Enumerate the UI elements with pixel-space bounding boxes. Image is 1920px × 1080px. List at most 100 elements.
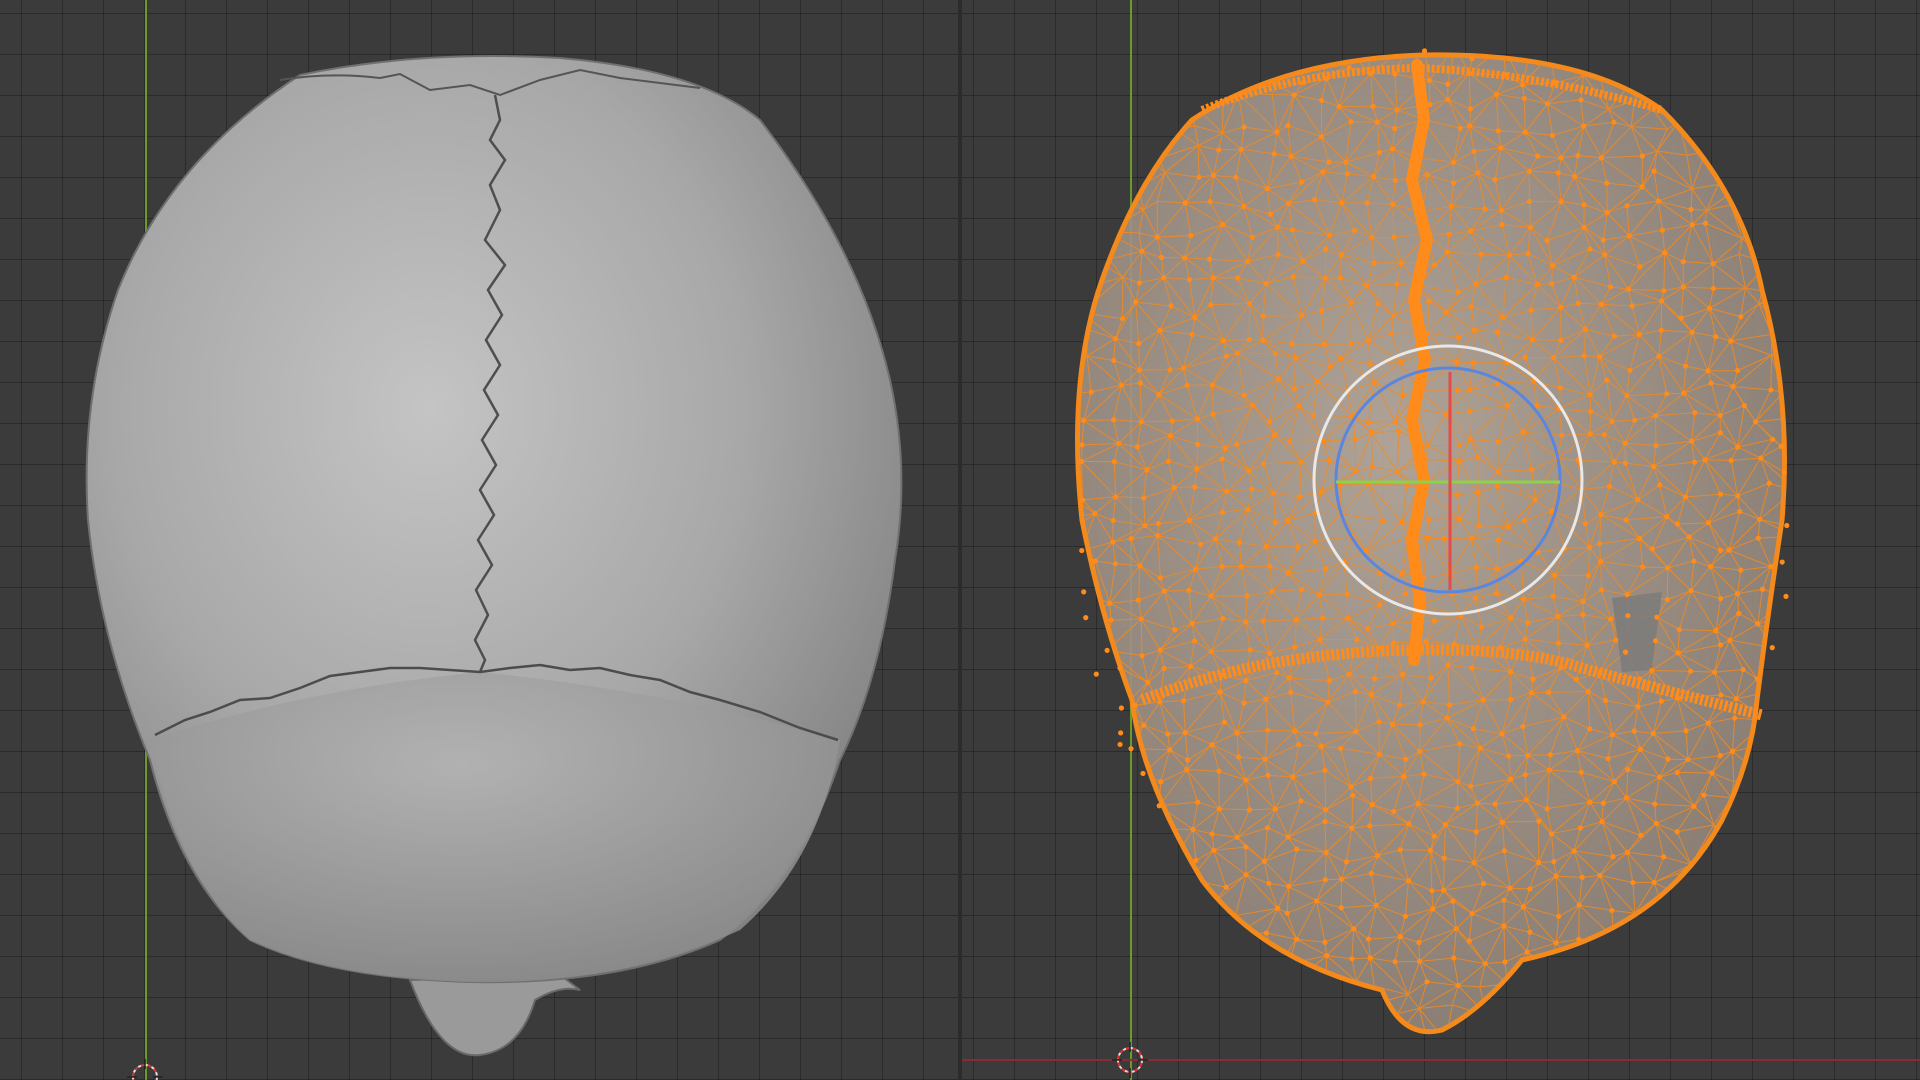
mesh-vertex	[1779, 559, 1785, 565]
mesh-vertex	[1688, 206, 1694, 213]
mesh-vertex	[1624, 591, 1630, 598]
skull-edit-mesh[interactable]	[962, 0, 1920, 1080]
mesh-vertex	[1683, 728, 1689, 734]
mesh-vertex	[1556, 913, 1562, 920]
mesh-vertex	[1238, 146, 1244, 152]
mesh-vertex	[1578, 97, 1584, 103]
mesh-vertex	[1111, 417, 1117, 423]
mesh-vertex	[1400, 671, 1406, 678]
mesh-vertex	[1552, 572, 1558, 578]
mesh-vertex	[1691, 558, 1697, 564]
mesh-vertex	[1246, 468, 1252, 474]
mesh-vertex	[1622, 440, 1628, 446]
mesh-vertex	[1475, 489, 1481, 495]
mesh-vertex	[1416, 387, 1422, 393]
mesh-vertex	[1455, 289, 1461, 295]
mesh-vertex	[1527, 886, 1533, 892]
mesh-vertex	[1576, 936, 1582, 942]
mesh-vertex	[1343, 159, 1349, 165]
mesh-vertex	[1600, 237, 1606, 243]
mesh-vertex	[1285, 517, 1291, 524]
mesh-vertex	[1471, 860, 1477, 866]
3d-cursor-icon[interactable]	[125, 1057, 165, 1080]
mesh-vertex	[1137, 563, 1143, 569]
mesh-vertex	[1757, 516, 1763, 522]
mesh-vertex	[1275, 376, 1281, 382]
mesh-vertex	[1398, 260, 1405, 266]
3d-cursor-icon[interactable]	[1110, 1040, 1150, 1080]
mesh-vertex	[1388, 330, 1395, 336]
mesh-vertex	[1206, 256, 1213, 262]
mesh-vertex	[1397, 702, 1403, 708]
mesh-vertex	[1373, 902, 1379, 908]
mesh-vertex	[1522, 129, 1528, 135]
mesh-vertex	[1444, 249, 1450, 255]
viewport-right-edit[interactable]	[962, 0, 1920, 1080]
mesh-vertex	[1421, 48, 1428, 54]
mesh-vertex	[1289, 227, 1296, 233]
mesh-vertex	[1470, 726, 1476, 732]
mesh-vertex	[1655, 198, 1662, 204]
mesh-vertex	[1573, 676, 1579, 682]
mesh-vertex	[1235, 754, 1242, 760]
mesh-vertex	[1376, 751, 1382, 757]
mesh-vertex	[1416, 939, 1422, 946]
mesh-vertex	[1267, 563, 1273, 569]
mesh-vertex	[1316, 592, 1322, 598]
mesh-vertex	[1478, 624, 1485, 630]
mesh-vertex	[1604, 209, 1610, 216]
mesh-vertex	[1424, 330, 1431, 336]
mesh-vertex	[1508, 776, 1514, 782]
mesh-vertex	[1238, 563, 1244, 570]
mesh-vertex	[1550, 263, 1556, 269]
mesh-vertex	[1181, 698, 1187, 704]
mesh-vertex	[1637, 535, 1643, 542]
mesh-vertex	[1223, 884, 1229, 890]
mesh-vertex	[1598, 511, 1604, 518]
mesh-vertex	[1600, 800, 1606, 806]
mesh-vertex	[1287, 438, 1293, 445]
mesh-vertex	[1285, 570, 1291, 576]
mesh-vertex	[1598, 301, 1604, 307]
mesh-vertex	[1442, 822, 1448, 828]
mesh-vertex	[1391, 234, 1397, 240]
mesh-vertex	[1167, 433, 1174, 439]
mesh-vertex	[1499, 731, 1505, 737]
mesh-vertex	[1354, 636, 1360, 643]
mesh-vertex	[1598, 587, 1605, 593]
mesh-vertex	[1499, 819, 1506, 825]
mesh-vertex	[1754, 676, 1760, 682]
mesh-vertex	[1532, 497, 1538, 503]
mesh-vertex	[1497, 644, 1504, 651]
mesh-vertex	[1468, 228, 1474, 234]
skull-solid-mesh[interactable]	[0, 0, 958, 1080]
mesh-vertex	[1189, 620, 1195, 627]
mesh-vertex	[1546, 689, 1552, 695]
mesh-vertex	[1503, 275, 1509, 281]
mesh-vertex	[1526, 198, 1532, 205]
mesh-vertex	[1555, 613, 1561, 620]
mesh-vertex	[1220, 615, 1226, 622]
mesh-vertex	[1738, 567, 1744, 573]
occipital-region	[150, 672, 840, 983]
mesh-vertex	[1137, 380, 1143, 386]
mesh-vertex	[1165, 458, 1171, 464]
mesh-vertex	[1323, 849, 1329, 856]
mesh-vertex	[1245, 258, 1251, 265]
viewport-left-solid[interactable]	[0, 0, 958, 1080]
mesh-vertex	[1587, 726, 1593, 732]
mesh-vertex	[1284, 910, 1290, 916]
mesh-vertex	[1674, 521, 1681, 527]
mesh-vertex	[1370, 103, 1376, 109]
mesh-vertex	[1441, 855, 1447, 861]
mesh-vertex	[1770, 436, 1776, 442]
mesh-vertex	[1717, 752, 1723, 759]
mesh-vertex	[1469, 535, 1475, 541]
mesh-vertex	[1577, 825, 1583, 831]
mesh-vertex	[1141, 495, 1147, 501]
mesh-vertex	[1601, 432, 1607, 438]
mesh-vertex	[1394, 107, 1400, 113]
mesh-vertex	[1397, 847, 1403, 853]
mesh-vertex	[1339, 200, 1345, 206]
mesh-vertex	[1391, 808, 1397, 815]
